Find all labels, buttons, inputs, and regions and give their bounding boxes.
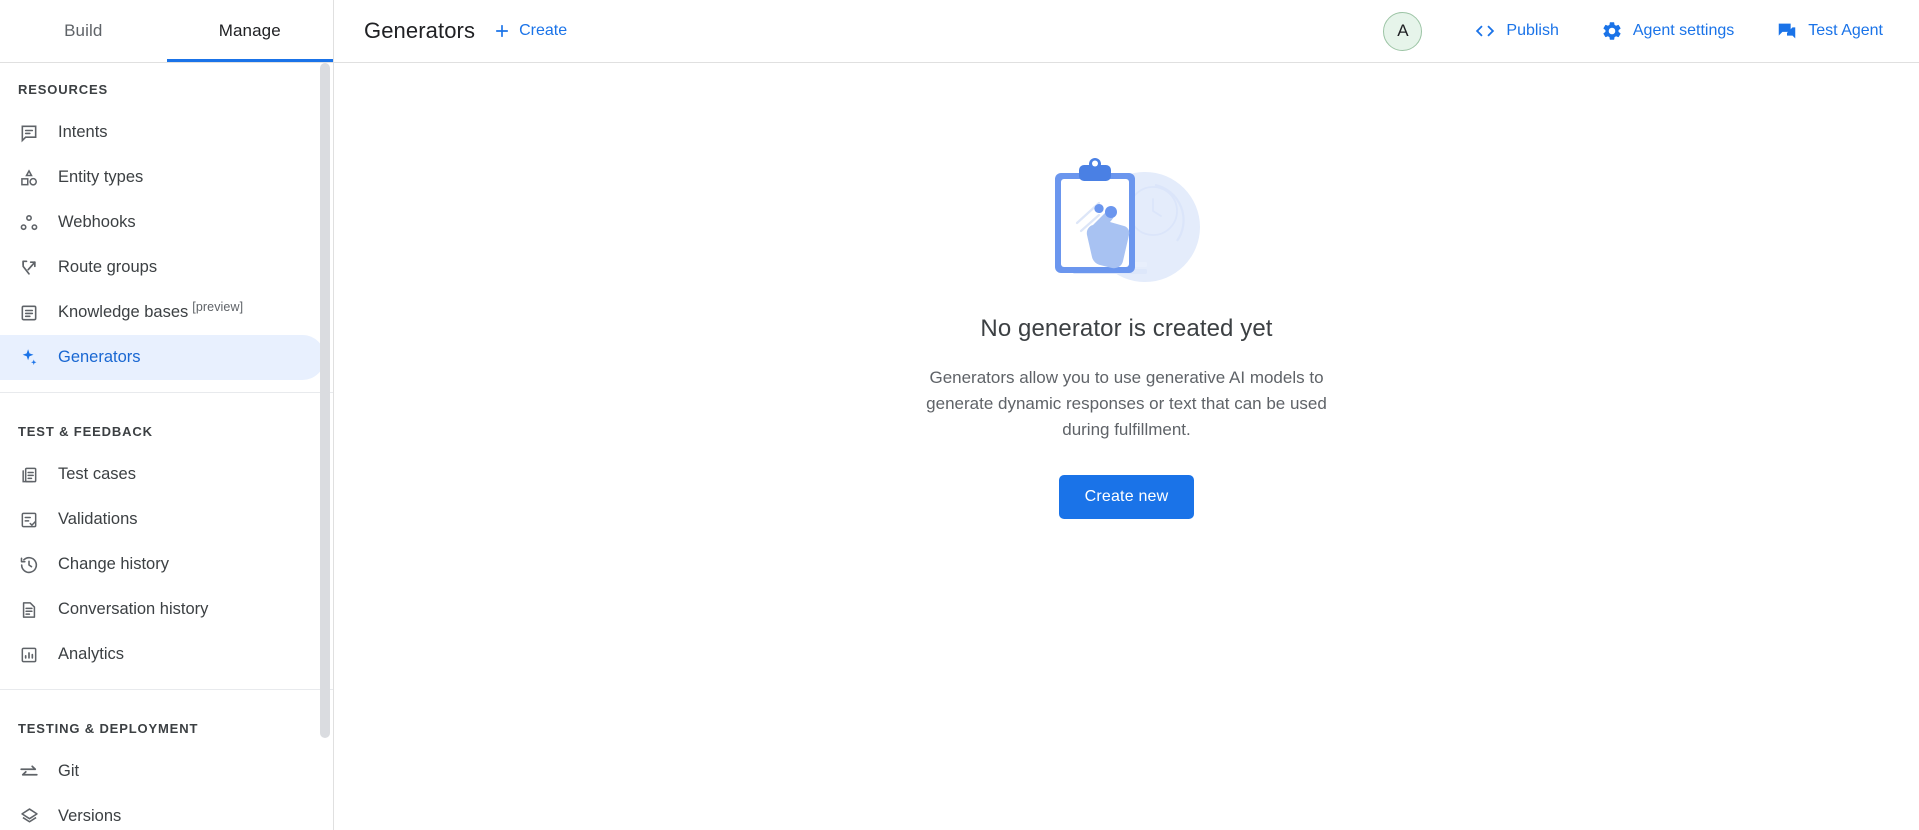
sidebar: RESOURCES Intents [0, 63, 334, 830]
create-button-label: Create [519, 22, 567, 40]
sidebar-item-label: Change history [58, 555, 169, 574]
sidebar-item-label: Test cases [58, 465, 136, 484]
tab-build[interactable]: Build [0, 0, 167, 62]
sidebar-item-label: Versions [58, 807, 121, 826]
sidebar-section-test-feedback: TEST & FEEDBACK Test cases [0, 392, 333, 689]
sidebar-scroll-region: RESOURCES Intents [0, 63, 333, 830]
avatar-initial: A [1397, 21, 1408, 41]
history-clock-icon [18, 554, 40, 576]
gear-icon [1601, 20, 1623, 42]
app-root: Build Manage Generators Create A Publish [0, 0, 1919, 830]
sidebar-item-label: Webhooks [58, 213, 136, 232]
layers-icon [18, 806, 40, 828]
sparkle-icon [18, 347, 40, 369]
agent-settings-label: Agent settings [1633, 22, 1734, 40]
sidebar-item-label: Entity types [58, 168, 143, 187]
message-lines-icon [18, 122, 40, 144]
sidebar-item-validations[interactable]: Validations [0, 497, 325, 542]
agent-settings-button[interactable]: Agent settings [1587, 12, 1748, 50]
sidebar-heading-test-feedback: TEST & FEEDBACK [0, 405, 333, 452]
main-content: No generator is created yet Generators a… [334, 63, 1919, 830]
sidebar-item-entity-types[interactable]: Entity types [0, 155, 325, 200]
empty-state-description: Generators allow you to use generative A… [922, 365, 1332, 443]
clipboard-hand-icon [1037, 149, 1217, 289]
sidebar-item-route-groups[interactable]: Route groups [0, 245, 325, 290]
code-brackets-icon [1474, 20, 1496, 42]
sidebar-section-resources: RESOURCES Intents [0, 63, 333, 392]
test-agent-button[interactable]: Test Agent [1762, 12, 1897, 50]
sidebar-item-versions[interactable]: Versions [0, 794, 325, 830]
document-lines-icon [18, 599, 40, 621]
create-button[interactable]: Create [492, 21, 567, 41]
test-agent-label: Test Agent [1808, 22, 1883, 40]
empty-state: No generator is created yet Generators a… [912, 149, 1342, 519]
chat-bubble-icon [1776, 20, 1798, 42]
empty-state-title: No generator is created yet [980, 315, 1272, 343]
shapes-icon [18, 167, 40, 189]
sidebar-item-conversation-history[interactable]: Conversation history [0, 587, 325, 632]
top-bar: Build Manage Generators Create A Publish [0, 0, 1919, 63]
sidebar-item-change-history[interactable]: Change history [0, 542, 325, 587]
sidebar-item-label: Intents [58, 123, 108, 142]
sidebar-section-testing-deployment: TESTING & DEPLOYMENT Git [0, 689, 333, 830]
sidebar-item-label: Generators [58, 348, 141, 367]
top-bar-actions: A Publish Agent settings [1383, 0, 1919, 62]
sidebar-item-label: Knowledge bases [preview] [58, 303, 243, 322]
plus-icon [492, 21, 512, 41]
article-icon [18, 302, 40, 324]
sidebar-item-label: Route groups [58, 258, 157, 277]
sidebar-item-label: Git [58, 762, 79, 781]
sidebar-heading-resources: RESOURCES [0, 63, 333, 110]
mode-tab-group: Build Manage [0, 0, 334, 62]
sidebar-heading-testing-deployment: TESTING & DEPLOYMENT [0, 702, 333, 749]
sidebar-item-test-cases[interactable]: Test cases [0, 452, 325, 497]
sidebar-scrollbar-thumb[interactable] [320, 63, 330, 738]
sync-arrows-icon [18, 761, 40, 783]
sidebar-item-label: Conversation history [58, 600, 208, 619]
sidebar-item-webhooks[interactable]: Webhooks [0, 200, 325, 245]
sidebar-scrollbar-track[interactable] [318, 63, 332, 830]
sidebar-item-knowledge-bases[interactable]: Knowledge bases [preview] [0, 290, 325, 335]
sidebar-item-analytics[interactable]: Analytics [0, 632, 325, 677]
publish-label: Publish [1506, 22, 1558, 40]
sidebar-item-git[interactable]: Git [0, 749, 325, 794]
tab-manage[interactable]: Manage [167, 0, 334, 62]
preview-tag: [preview] [192, 300, 243, 314]
create-new-button[interactable]: Create new [1059, 475, 1195, 519]
publish-button[interactable]: Publish [1460, 12, 1572, 50]
branch-arrow-icon [18, 257, 40, 279]
documents-stack-icon [18, 464, 40, 486]
page-header: Generators Create [334, 0, 1383, 62]
checklist-icon [18, 509, 40, 531]
bar-chart-icon [18, 644, 40, 666]
avatar[interactable]: A [1383, 12, 1422, 51]
page-title: Generators [364, 18, 475, 44]
sidebar-item-generators[interactable]: Generators [0, 335, 325, 380]
body-row: RESOURCES Intents [0, 63, 1919, 830]
sidebar-item-intents[interactable]: Intents [0, 110, 325, 155]
nodes-icon [18, 212, 40, 234]
sidebar-item-label: Validations [58, 510, 138, 529]
sidebar-item-label: Analytics [58, 645, 124, 664]
